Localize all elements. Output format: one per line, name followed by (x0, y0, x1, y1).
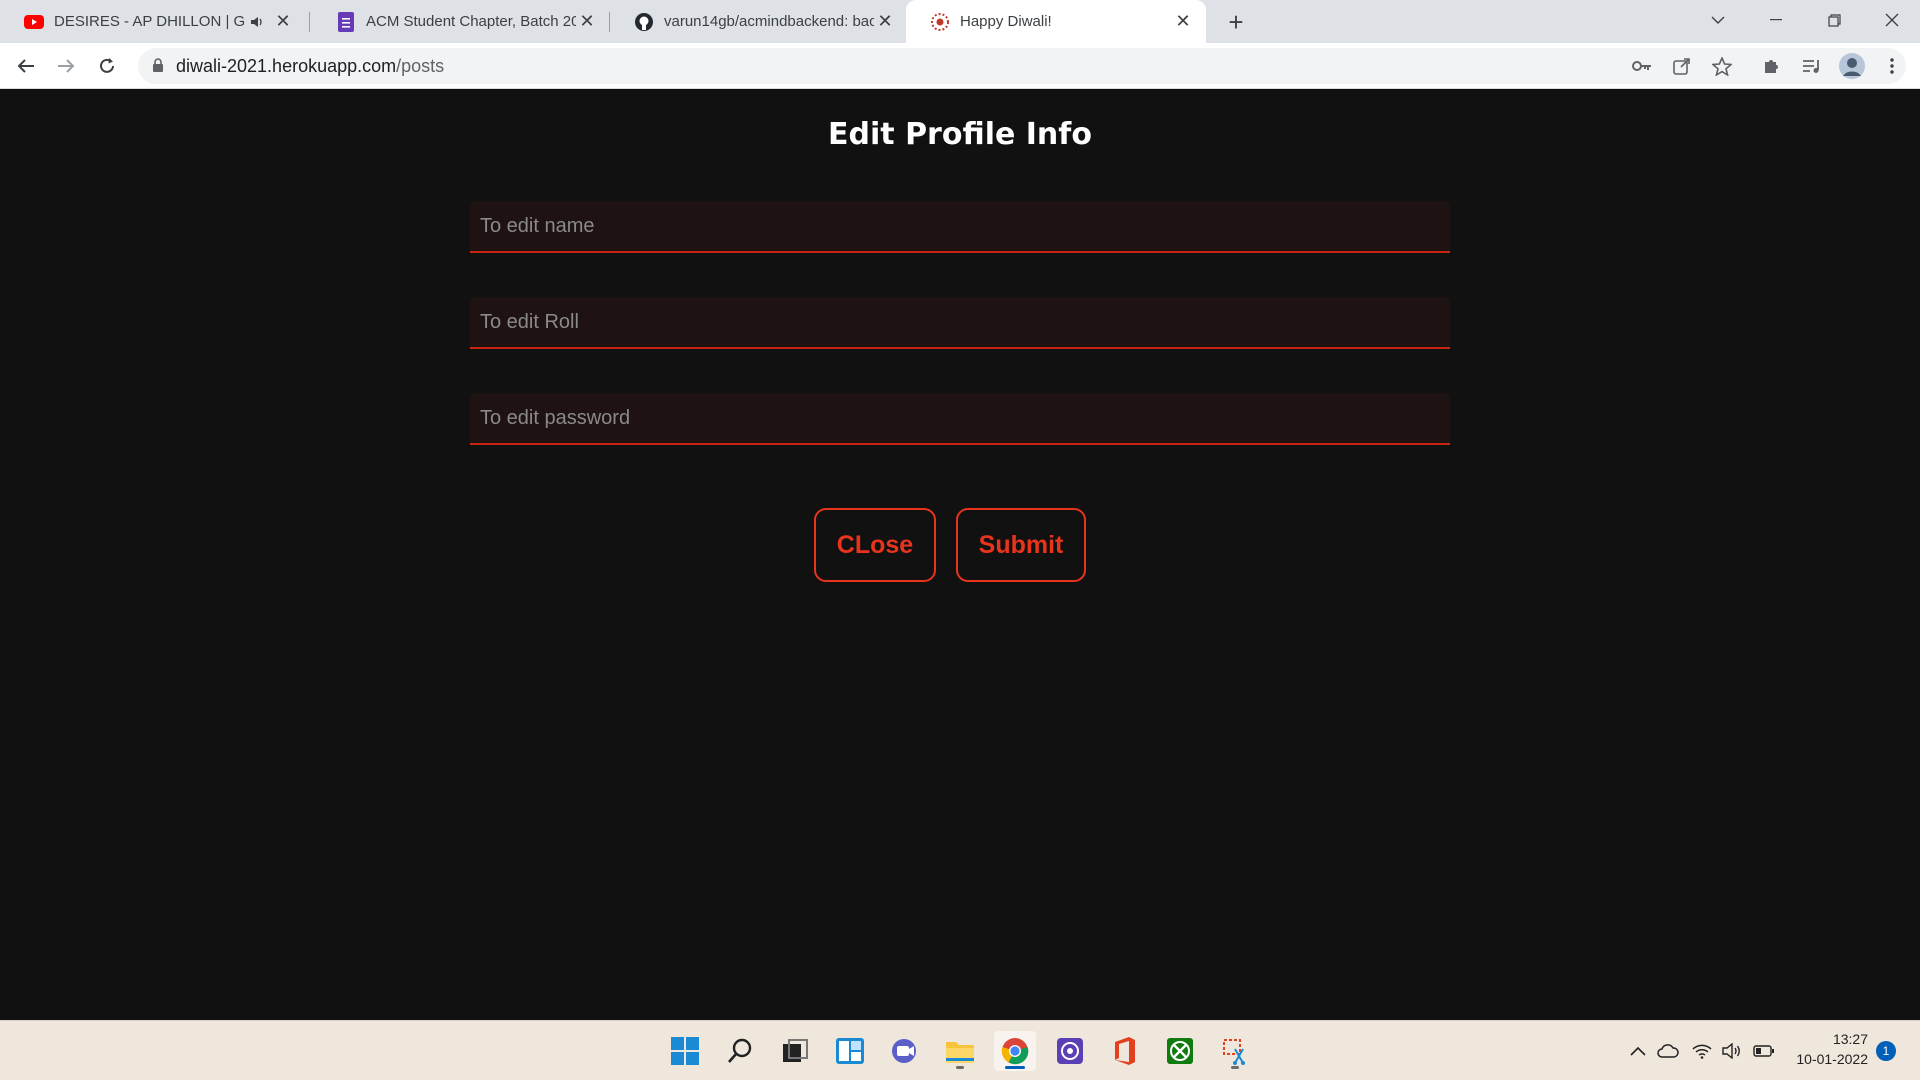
snipping-tool-icon[interactable] (1214, 1031, 1256, 1071)
close-tab-icon[interactable]: ✕ (272, 11, 294, 33)
windows-start-icon[interactable] (664, 1031, 706, 1071)
share-icon[interactable] (1666, 50, 1698, 82)
tab-github[interactable]: varun14gb/acmindbackend: backend ✕ (610, 0, 908, 43)
onedrive-cloud-icon[interactable] (1656, 1039, 1680, 1063)
profile-avatar[interactable] (1836, 50, 1868, 82)
tab-youtube[interactable]: DESIRES - AP DHILLON | GURINDER GILL ✕ (0, 0, 306, 43)
diwali-icon (930, 12, 950, 32)
teams-chat-icon[interactable] (884, 1031, 926, 1071)
office-icon[interactable] (1104, 1031, 1146, 1071)
tab-acm[interactable]: ACM Student Chapter, Batch 2021 ✕ (312, 0, 610, 43)
task-view-icon[interactable] (774, 1031, 816, 1071)
notification-badge[interactable]: 1 (1876, 1041, 1896, 1061)
submit-button[interactable]: Submit (956, 508, 1086, 582)
close-tab-icon[interactable]: ✕ (576, 11, 598, 33)
widgets-icon[interactable] (829, 1031, 871, 1071)
reload-button[interactable] (91, 50, 123, 82)
extensions-puzzle-icon[interactable] (1756, 50, 1788, 82)
active-indicator (1005, 1066, 1025, 1069)
tab-search-icon[interactable] (1690, 0, 1746, 40)
speaker-icon[interactable] (246, 11, 268, 33)
media-controls-icon[interactable] (1796, 50, 1828, 82)
xbox-icon[interactable] (1159, 1031, 1201, 1071)
forms-icon (336, 11, 356, 32)
youtube-icon (24, 12, 44, 32)
clock[interactable]: 13:27 10-01-2022 (1788, 1029, 1868, 1069)
page-title: Edit Profile Info (828, 117, 1092, 152)
clock-date: 10-01-2022 (1796, 1051, 1868, 1067)
running-indicator (1231, 1066, 1239, 1069)
tab-divider (309, 12, 310, 32)
show-hidden-icons-chevron-up-icon[interactable] (1626, 1039, 1650, 1063)
volume-icon[interactable] (1720, 1039, 1744, 1063)
restore-button[interactable] (1806, 0, 1862, 40)
url-text[interactable]: diwali-2021.herokuapp.com/posts (176, 56, 444, 77)
wifi-icon[interactable] (1690, 1039, 1714, 1063)
chrome-icon[interactable] (994, 1031, 1036, 1071)
forward-button[interactable] (50, 50, 82, 82)
name-input[interactable] (470, 201, 1450, 251)
password-field (470, 393, 1450, 445)
close-tab-icon[interactable]: ✕ (874, 11, 896, 33)
page-content: Edit Profile Info CLose Submit (0, 89, 1920, 1020)
bookmark-star-icon[interactable] (1706, 50, 1738, 82)
browser-toolbar: diwali-2021.herokuapp.com/posts (0, 43, 1920, 89)
tab-title: varun14gb/acmindbackend: backend (664, 13, 874, 30)
url-host: diwali-2021.herokuapp.com (176, 55, 397, 76)
password-input[interactable] (470, 393, 1450, 443)
running-indicator (956, 1066, 964, 1069)
back-button[interactable] (10, 50, 42, 82)
url-path: /posts (396, 55, 445, 76)
app-icon[interactable] (1049, 1031, 1091, 1071)
roll-input[interactable] (470, 297, 1450, 347)
search-icon[interactable] (719, 1031, 761, 1071)
close-button[interactable]: CLose (814, 508, 936, 582)
battery-icon[interactable] (1752, 1039, 1776, 1063)
github-icon (634, 12, 654, 32)
roll-field (470, 297, 1450, 349)
password-key-icon[interactable] (1626, 50, 1658, 82)
tab-title: ACM Student Chapter, Batch 2021 (366, 13, 576, 30)
minimize-button[interactable] (1748, 0, 1804, 40)
tab-happy-diwali[interactable]: Happy Diwali! ✕ (906, 0, 1206, 43)
name-field (470, 201, 1450, 253)
new-tab-button[interactable]: + (1222, 7, 1250, 37)
file-explorer-icon[interactable] (939, 1031, 981, 1071)
tab-strip: DESIRES - AP DHILLON | GURINDER GILL ✕ A… (0, 0, 1920, 43)
chrome-menu-icon[interactable] (1876, 50, 1908, 82)
clock-time: 13:27 (1832, 1031, 1868, 1047)
lock-icon[interactable] (152, 58, 164, 78)
close-tab-icon[interactable]: ✕ (1172, 11, 1194, 33)
tab-title: Happy Diwali! (960, 13, 1052, 30)
tab-title: DESIRES - AP DHILLON | GURINDER GILL (54, 13, 246, 30)
windows-taskbar: 13:27 10-01-2022 1 (0, 1020, 1920, 1080)
close-window-button[interactable] (1864, 0, 1920, 40)
